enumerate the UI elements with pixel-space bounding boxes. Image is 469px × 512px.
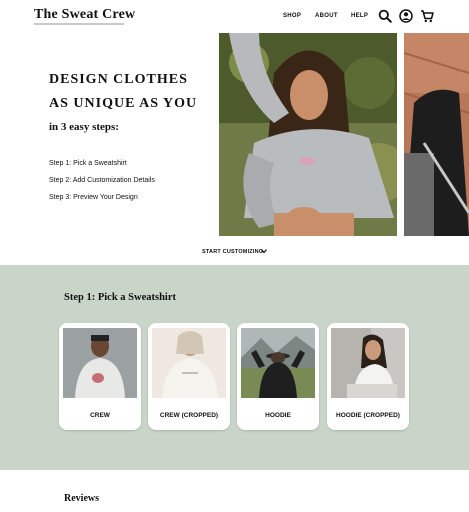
- product-image-hoodie: [241, 328, 315, 398]
- reviews-heading: Reviews: [64, 493, 99, 504]
- product-card-crew-cropped[interactable]: CREW (CROPPED): [148, 323, 230, 430]
- section-heading: Step 1: Pick a Sweatshirt: [64, 292, 176, 303]
- start-customizing-link[interactable]: START CUSTOMIZING: [202, 249, 263, 255]
- product-image-crew-cropped: [152, 328, 226, 398]
- product-card-hoodie-cropped[interactable]: HOODIE (CROPPED): [327, 323, 409, 430]
- pick-sweatshirt-section: Step 1: Pick a Sweatshirt CREW CREW (CRO…: [0, 265, 469, 470]
- hero-subtitle: in 3 easy steps:: [49, 121, 119, 133]
- product-card-hoodie[interactable]: HOODIE: [237, 323, 319, 430]
- product-card-crew[interactable]: CREW: [59, 323, 141, 430]
- hero-step-1: Step 1: Pick a Sweatshirt: [49, 160, 127, 167]
- product-label-hoodie: HOODIE: [265, 412, 291, 419]
- chevron-down-icon[interactable]: [261, 248, 267, 254]
- product-label-hoodie-cropped: HOODIE (CROPPED): [336, 412, 400, 419]
- hero-image-secondary: [404, 33, 469, 236]
- hero-step-2: Step 2: Add Customization Details: [49, 177, 155, 184]
- nav-about[interactable]: ABOUT: [315, 13, 338, 19]
- cart-icon[interactable]: [420, 9, 434, 23]
- brand-logo[interactable]: The Sweat Crew: [34, 7, 135, 23]
- site-header: The Sweat Crew SHOP ABOUT HELP: [0, 0, 469, 32]
- product-label-crew-cropped: CREW (CROPPED): [159, 412, 219, 419]
- account-icon[interactable]: [399, 9, 413, 23]
- search-icon[interactable]: [378, 9, 392, 23]
- brand-underline: [34, 23, 124, 25]
- product-image-hoodie-cropped: [331, 328, 405, 398]
- nav-shop[interactable]: SHOP: [283, 13, 301, 19]
- nav-help[interactable]: HELP: [351, 13, 368, 19]
- hero-title-line1: DESIGN CLOTHES: [49, 72, 188, 87]
- product-label-crew: CREW: [90, 412, 110, 419]
- product-image-crew: [63, 328, 137, 398]
- hero-step-3: Step 3: Preview Your Design: [49, 194, 138, 201]
- hero-title-line2: AS UNIQUE AS YOU: [49, 96, 198, 111]
- hero-image-model: [219, 33, 397, 236]
